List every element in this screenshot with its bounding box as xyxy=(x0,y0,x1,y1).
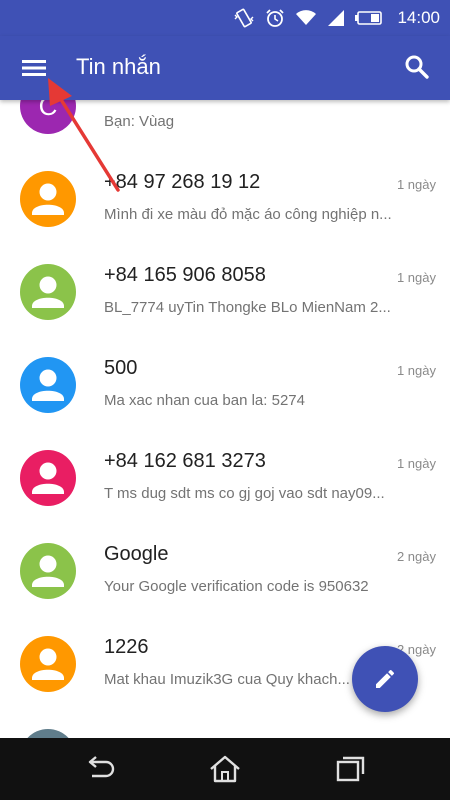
conversation-snippet: Mình đi xe màu đỏ mặc áo công nghiệp n..… xyxy=(104,206,392,223)
home-icon xyxy=(210,755,240,783)
conversation-name: +84 97 268 19 12 xyxy=(104,171,261,193)
person-icon xyxy=(32,462,64,494)
conversation-name: Google xyxy=(104,543,169,565)
recent-apps-button[interactable] xyxy=(332,754,368,784)
conversation-snippet: Ma xac nhan cua ban la: 5274 xyxy=(104,392,305,409)
conversation-time: 2 ngày xyxy=(396,549,436,564)
back-button[interactable] xyxy=(82,754,118,784)
avatar xyxy=(20,636,76,692)
back-icon xyxy=(88,756,115,778)
conversation-time: 1 ngày xyxy=(396,456,436,471)
conversation-snippet: Bạn: Vùag xyxy=(104,113,175,130)
avatar xyxy=(20,264,76,320)
avatar xyxy=(20,357,76,413)
compose-button[interactable] xyxy=(352,646,418,712)
person-icon xyxy=(32,648,64,680)
conversation-item[interactable]: Google 2 ngày Your Google verification c… xyxy=(0,525,450,618)
battery-icon xyxy=(355,11,383,25)
conversation-item[interactable] xyxy=(0,711,450,738)
menu-button[interactable] xyxy=(18,54,52,82)
person-icon xyxy=(32,183,64,215)
search-icon xyxy=(405,55,429,79)
home-button[interactable] xyxy=(207,754,243,784)
avatar xyxy=(20,543,76,599)
conversation-time: 1 ngày xyxy=(396,363,436,378)
conversation-item[interactable]: +84 97 268 19 12 1 ngày Mình đi xe màu đ… xyxy=(0,153,450,246)
person-icon xyxy=(32,555,64,587)
conversation-name: 500 xyxy=(104,357,138,379)
conversation-name: +84 165 906 8058 xyxy=(104,264,266,286)
vibrate-icon xyxy=(234,8,254,28)
conversation-list[interactable]: C Bạn: Vùag +84 97 268 19 12 1 ngày Mình… xyxy=(0,100,450,738)
conversation-item[interactable]: +84 165 906 8058 1 ngày BL_7774 uyTin Th… xyxy=(0,246,450,339)
conversation-time: 1 ngày xyxy=(396,270,436,285)
signal-icon xyxy=(328,10,345,26)
app-toolbar: Tin nhắn xyxy=(0,36,450,100)
avatar: C xyxy=(20,100,76,134)
person-icon xyxy=(32,276,64,308)
status-time: 14:00 xyxy=(397,8,440,27)
conversation-name: 1226 xyxy=(104,636,149,658)
conversation-item[interactable]: +84 162 681 3273 1 ngày T ms dug sdt ms … xyxy=(0,432,450,525)
avatar xyxy=(20,171,76,227)
wifi-icon xyxy=(296,10,317,25)
status-bar: 14:00 xyxy=(0,0,450,36)
search-button[interactable] xyxy=(402,52,432,82)
conversation-snippet: Your Google verification code is 950632 xyxy=(104,578,369,595)
status-icons: 14:00 xyxy=(233,0,440,36)
conversation-snippet: BL_7774 uyTin Thongke BLo MienNam 2... xyxy=(104,299,391,316)
avatar xyxy=(20,729,76,738)
page-title: Tin nhắn xyxy=(76,54,161,79)
recent-apps-icon xyxy=(336,756,365,782)
hamburger-menu-icon xyxy=(22,60,46,76)
conversation-item[interactable]: C Bạn: Vùag xyxy=(0,100,450,153)
conversation-name: +84 162 681 3273 xyxy=(104,450,266,472)
navigation-bar xyxy=(0,738,450,800)
pencil-icon xyxy=(376,670,394,688)
person-icon xyxy=(32,369,64,401)
avatar-letter: C xyxy=(38,100,58,121)
alarm-icon xyxy=(266,9,285,27)
conversation-snippet: T ms dug sdt ms co gj goj vao sdt nay09.… xyxy=(104,485,385,502)
avatar xyxy=(20,450,76,506)
conversation-time: 1 ngày xyxy=(396,177,436,192)
conversation-item[interactable]: 500 1 ngày Ma xac nhan cua ban la: 5274 xyxy=(0,339,450,432)
